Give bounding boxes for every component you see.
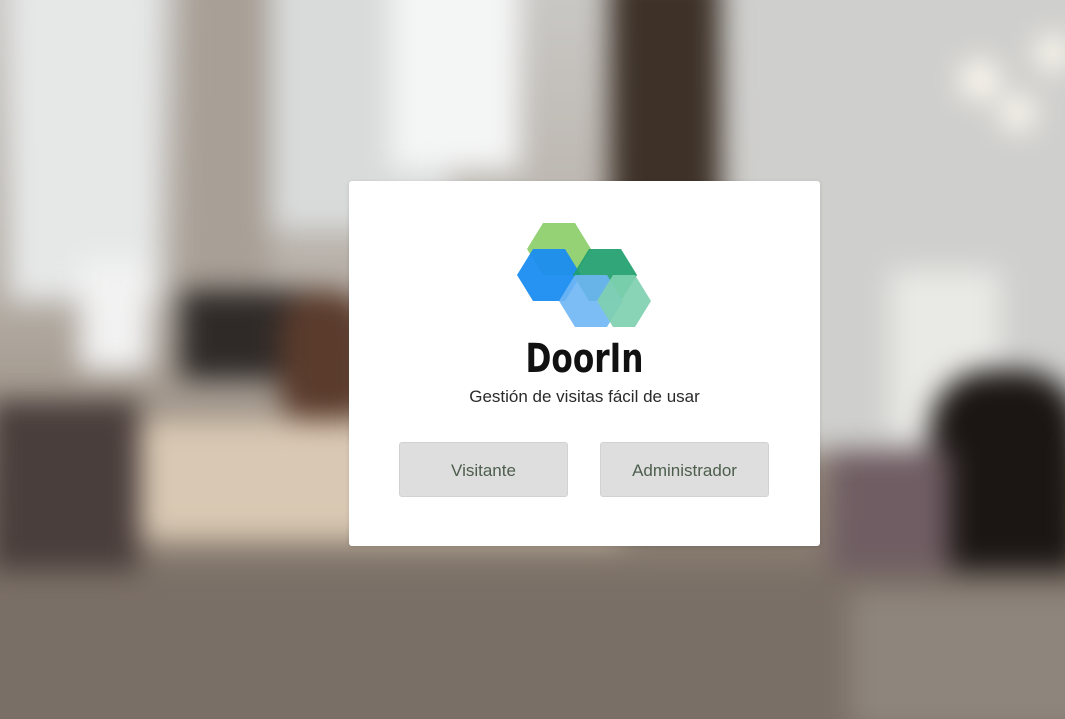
app-tagline: Gestión de visitas fácil de usar (469, 387, 700, 406)
bg-lamp-1 (960, 60, 1000, 100)
visitor-button[interactable]: Visitante (399, 442, 568, 497)
app-brand-name: DoorIn (525, 336, 644, 382)
bg-lamp-3 (1035, 35, 1065, 71)
administrator-button[interactable]: Administrador (600, 442, 769, 497)
doorin-logo-icon (517, 223, 651, 327)
bg-table-right (850, 590, 1065, 719)
bg-lamp-2 (1000, 95, 1036, 131)
bg-window-left (10, 0, 160, 300)
bg-monitor-1 (80, 260, 150, 370)
welcome-card: DoorIn Gestión de visitas fácil de usar … (349, 181, 820, 546)
bg-window-bright (390, 0, 520, 170)
